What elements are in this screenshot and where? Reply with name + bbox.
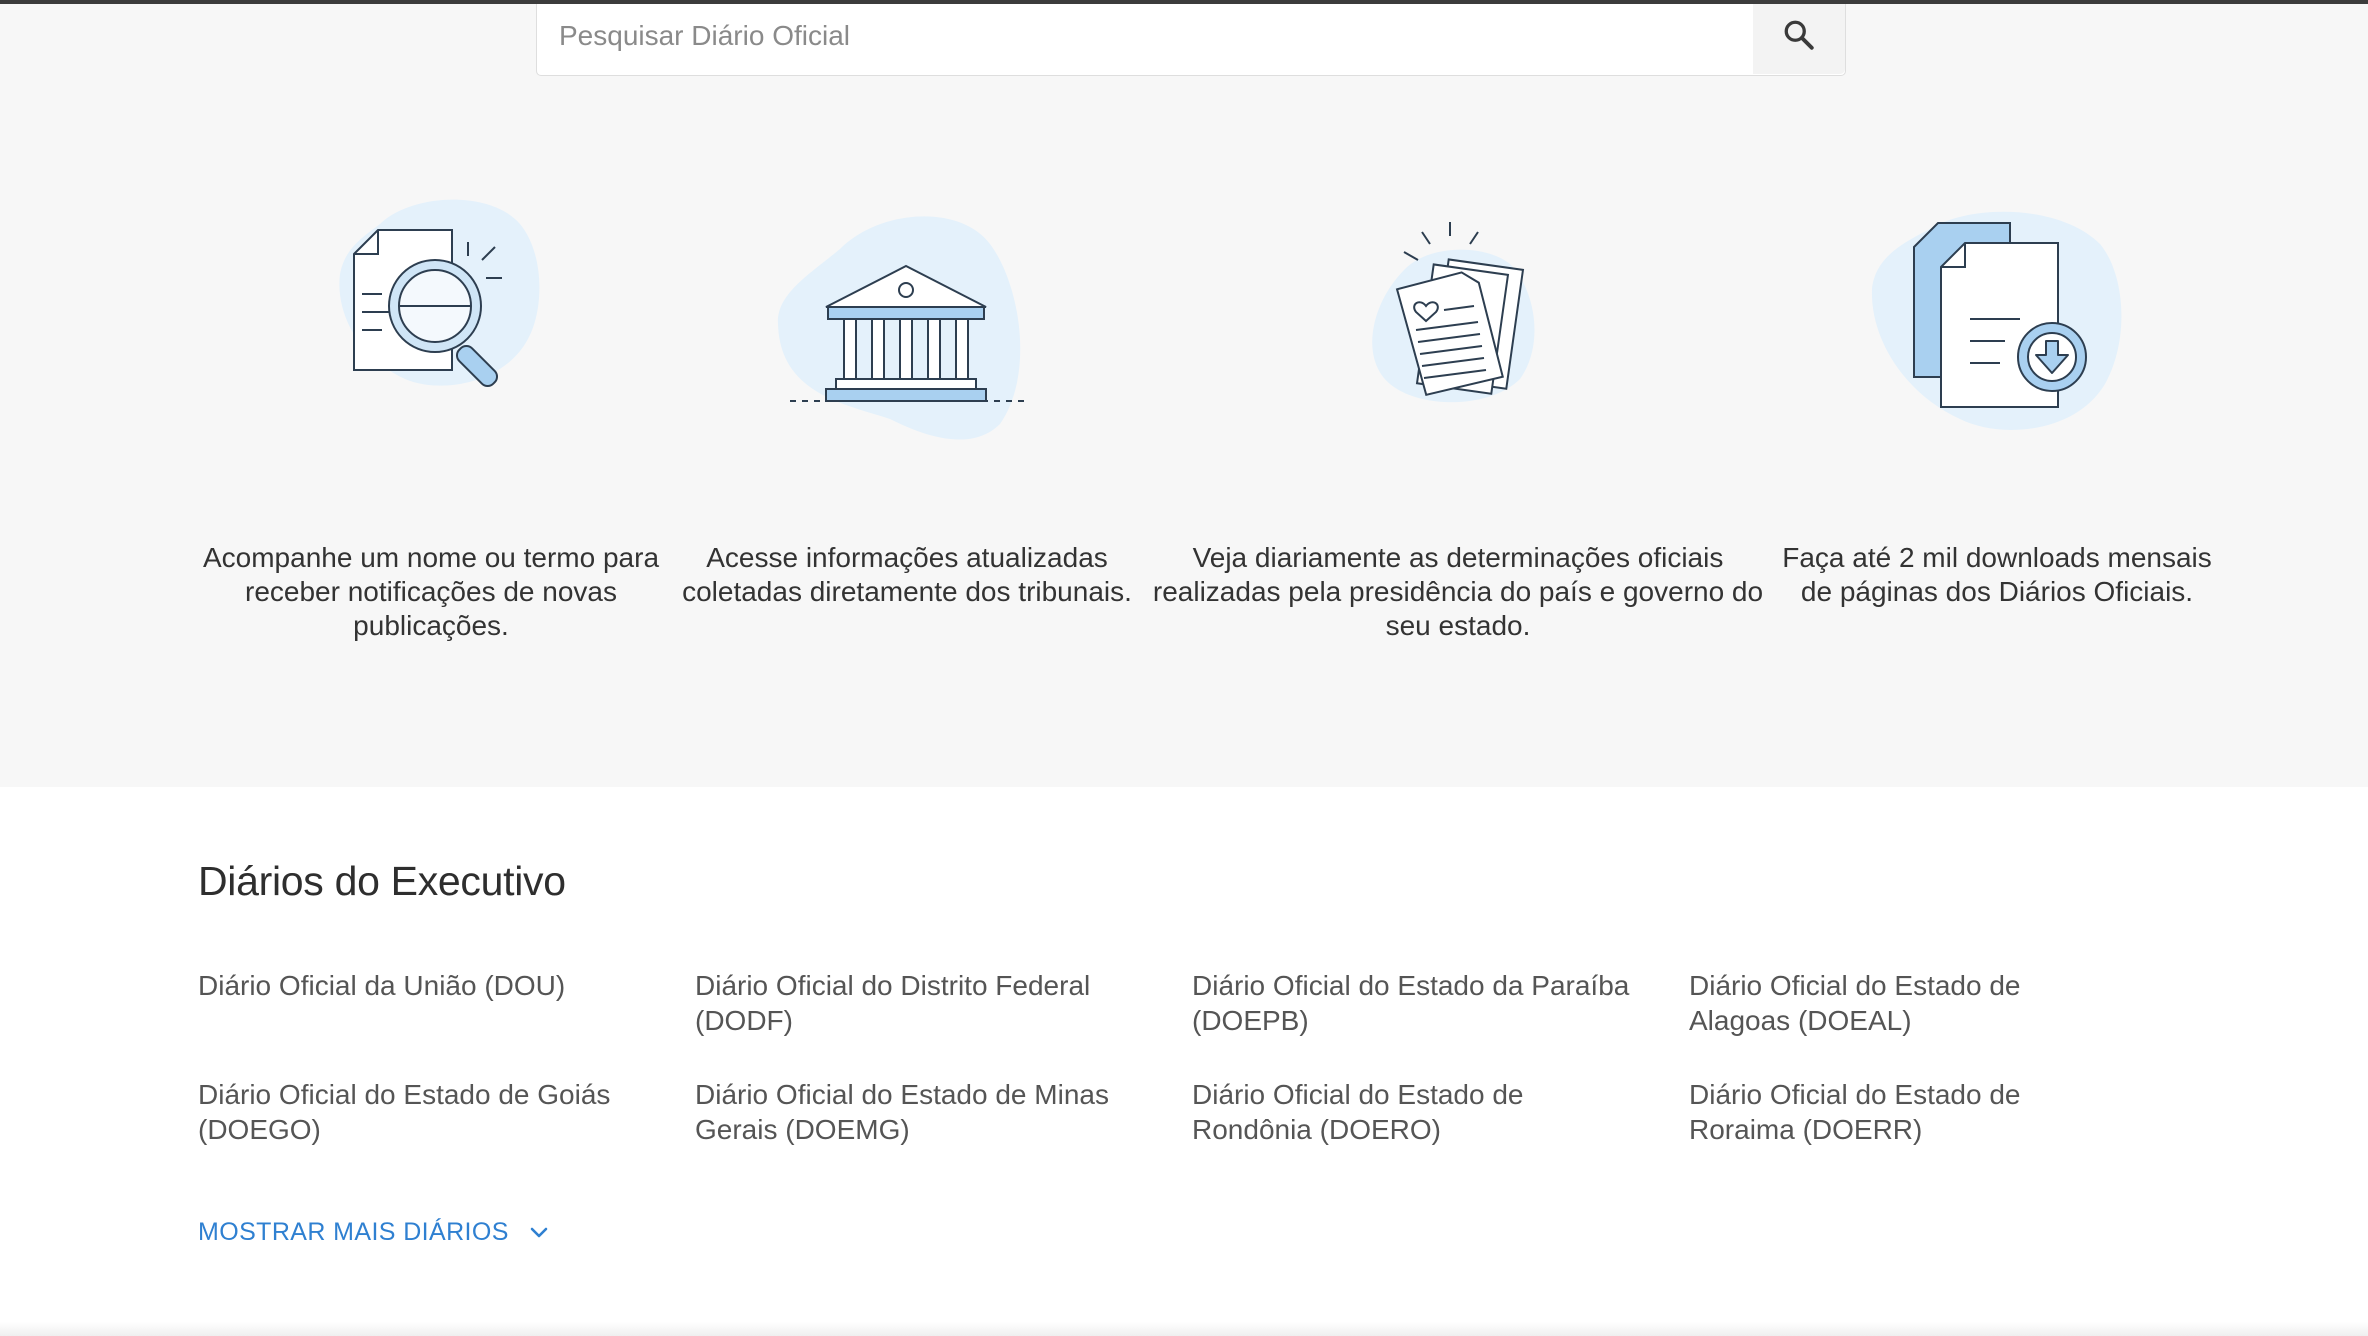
diary-link[interactable]: Diário Oficial do Estado de Roraima (DOE… — [1689, 1077, 2109, 1147]
bottom-divider — [0, 1322, 2368, 1336]
section-title: Diários do Executivo — [198, 858, 566, 904]
show-more-button[interactable]: MOSTRAR MAIS DIÁRIOS — [198, 1218, 549, 1247]
magnifier-document-icon — [339, 199, 540, 388]
diary-link[interactable]: Diário Oficial da União (DOU) — [198, 968, 658, 1003]
diary-link[interactable]: Diário Oficial do Estado de Goiás (DOEGO… — [198, 1077, 658, 1147]
diary-link[interactable]: Diário Oficial do Estado de Alagoas (DOE… — [1689, 968, 2109, 1038]
diary-link[interactable]: Diário Oficial do Distrito Federal (DODF… — [695, 968, 1155, 1038]
feature-text: Acesse informações atualizadas coletadas… — [682, 542, 1132, 607]
diary-link[interactable]: Diário Oficial do Estado da Paraíba (DOE… — [1192, 968, 1652, 1038]
diary-link[interactable]: Diário Oficial do Estado de Rondônia (DO… — [1192, 1077, 1612, 1147]
feature-text: Veja diariamente as determinações oficia… — [1152, 542, 1764, 641]
download-document-icon — [1871, 211, 2122, 430]
show-more-label: MOSTRAR MAIS DIÁRIOS — [198, 1218, 509, 1246]
courthouse-icon — [777, 216, 1025, 440]
search-icon — [1784, 20, 1814, 50]
search-input[interactable] — [537, 4, 1755, 74]
documents-stack-icon — [1372, 222, 1535, 403]
search-bar — [536, 4, 1846, 76]
feature-text: Faça até 2 mil downloads mensais de pági… — [1782, 542, 2212, 607]
chevron-down-icon — [530, 1227, 548, 1237]
hero-section: Acompanhe um nome ou termo para receber … — [0, 4, 2368, 787]
feature-text: Acompanhe um nome ou termo para receber … — [202, 542, 660, 641]
search-button[interactable] — [1753, 4, 1845, 74]
diary-link[interactable]: Diário Oficial do Estado de Minas Gerais… — [695, 1077, 1155, 1147]
